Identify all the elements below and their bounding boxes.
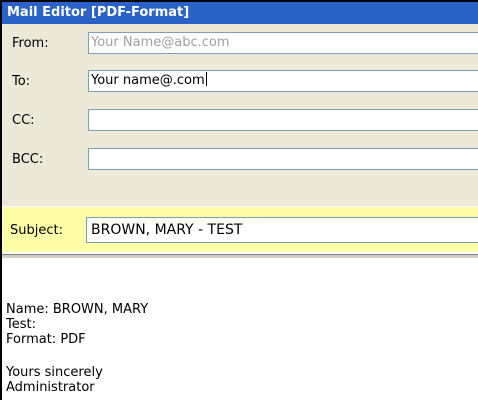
cc-field[interactable]	[88, 109, 478, 131]
to-row: To: Your name@.com	[2, 67, 478, 97]
body-line-name: Name: BROWN, MARY	[6, 302, 149, 317]
to-field-text: Your name@.com	[91, 73, 205, 88]
cc-label: CC:	[12, 113, 35, 128]
to-label: To:	[12, 74, 31, 89]
bcc-field[interactable]	[88, 148, 478, 170]
from-field[interactable]: Your Name@abc.com	[88, 32, 478, 54]
window-title: Mail Editor [PDF-Format]	[2, 2, 478, 24]
subject-label: Subject:	[10, 223, 63, 238]
mail-editor-window: Mail Editor [PDF-Format] From: Your Name…	[0, 0, 478, 400]
body-line-test: Test:	[6, 317, 36, 332]
address-panel: From: Your Name@abc.com To: Your name@.c…	[2, 24, 478, 206]
subject-row: Subject: BROWN, MARY - TEST	[2, 207, 478, 252]
subject-field[interactable]: BROWN, MARY - TEST	[86, 217, 478, 243]
text-caret	[205, 72, 207, 86]
bcc-row: BCC:	[2, 145, 478, 175]
from-label: From:	[12, 36, 49, 51]
bcc-label: BCC:	[12, 152, 44, 167]
body-line-signature: Administrator	[6, 380, 95, 395]
message-body[interactable]: Name: BROWN, MARY Test: Format: PDF Your…	[2, 258, 478, 400]
from-row: From: Your Name@abc.com	[2, 29, 478, 59]
body-line-closing: Yours sincerely	[6, 365, 103, 380]
cc-row: CC:	[2, 106, 478, 136]
body-line-format: Format: PDF	[6, 332, 86, 347]
to-field[interactable]: Your name@.com	[88, 70, 478, 92]
